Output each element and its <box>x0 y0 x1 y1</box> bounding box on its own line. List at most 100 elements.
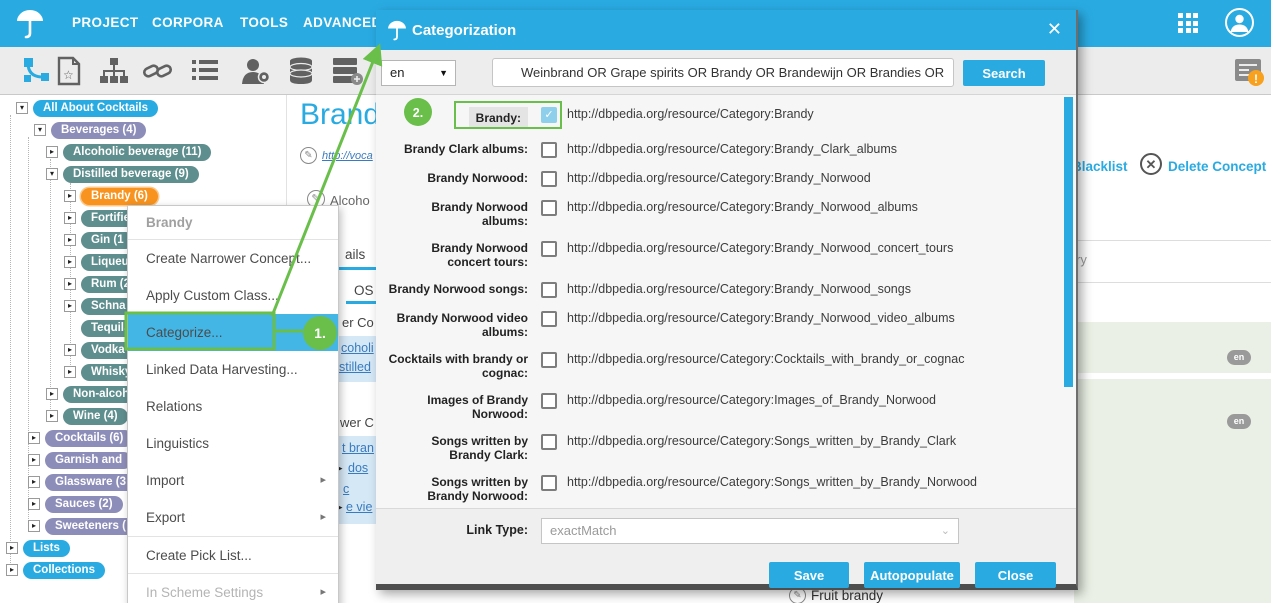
category-checkbox[interactable]: ✓ <box>541 311 557 327</box>
tree-toggle-icon[interactable]: ▾▸ <box>64 344 76 356</box>
category-checkbox[interactable]: ✓ <box>541 475 557 491</box>
tree-toggle-icon[interactable]: ▾▸ <box>28 498 40 510</box>
tree-toggle-icon[interactable]: ▾▸ <box>64 366 76 378</box>
context-menu-item[interactable]: Relations <box>128 388 338 425</box>
category-checkbox[interactable]: ✓ <box>541 241 557 257</box>
narrower-link[interactable]: c <box>343 482 349 496</box>
language-badge: en <box>1227 414 1251 429</box>
dialog-title: Categorization <box>412 22 516 39</box>
database-icon[interactable] <box>286 56 316 86</box>
menu-project[interactable]: PROJECT <box>72 15 139 30</box>
language-select[interactable]: en▼ <box>381 60 456 86</box>
concept-pill[interactable]: Lists <box>23 540 70 557</box>
link-type-select[interactable]: exactMatch⌄ <box>541 518 959 544</box>
blacklist-link[interactable]: Blacklist <box>1072 159 1128 174</box>
tree-toggle-icon[interactable]: ▾▸ <box>64 234 76 246</box>
narrower-link[interactable]: t bran <box>342 441 374 455</box>
tree-toggle-icon[interactable]: ▾▸ <box>64 278 76 290</box>
category-row: Cocktails with brandy or cognac: ✓ http:… <box>388 352 1076 380</box>
tree-toggle-icon[interactable]: ▾▸ <box>46 410 58 422</box>
category-checkbox[interactable]: ✓ <box>541 200 557 216</box>
tree-toggle-icon[interactable]: ▾▸ <box>46 168 58 180</box>
category-checkbox[interactable]: ✓ <box>541 282 557 298</box>
concept-pill[interactable]: Glassware (3 <box>45 474 136 491</box>
notification-warning-icon[interactable]: ! <box>1233 57 1265 87</box>
concept-pill[interactable]: Gin (1 <box>81 232 134 249</box>
edit-pencil-icon[interactable]: ✎ <box>300 147 317 164</box>
tree-toggle-icon[interactable]: ▾▸ <box>64 190 76 202</box>
concept-pill[interactable]: Cocktails (6) <box>45 430 133 447</box>
user-avatar-icon[interactable] <box>1225 8 1254 37</box>
category-checkbox[interactable]: ✓ <box>541 434 557 450</box>
context-menu-item[interactable]: Linguistics <box>128 425 338 462</box>
tree-toggle-icon[interactable]: ▾▸ <box>46 146 58 158</box>
search-input[interactable] <box>492 58 954 87</box>
context-menu-item[interactable]: In Scheme Settings ▸ <box>128 573 338 603</box>
autopopulate-button[interactable]: Autopopulate <box>864 562 960 588</box>
save-button[interactable]: Save <box>769 562 849 588</box>
concept-pill[interactable]: Beverages (4) <box>51 122 146 139</box>
menu-advanced[interactable]: ADVANCED <box>303 15 382 30</box>
menu-tools[interactable]: TOOLS <box>240 15 288 30</box>
tree-toggle-icon[interactable]: ▾▸ <box>6 564 18 576</box>
tree-toggle-icon[interactable]: ▾▸ <box>6 542 18 554</box>
close-button[interactable]: Close <box>975 562 1056 588</box>
category-label: Brandy Norwood video albums: <box>388 311 528 339</box>
context-menu-item[interactable]: Apply Custom Class... <box>128 277 338 314</box>
tree-toggle-icon[interactable]: ▾▸ <box>28 432 40 444</box>
tree-toggle-icon[interactable]: ▾▸ <box>64 256 76 268</box>
concept-pill[interactable]: Brandy (6) <box>81 188 158 205</box>
tree-toggle-icon[interactable]: ▾▸ <box>64 212 76 224</box>
tree-toggle-icon[interactable]: ▾▸ <box>46 388 58 400</box>
concept-pill[interactable]: Collections <box>23 562 105 579</box>
tree-toggle-icon[interactable]: ▾▸ <box>28 454 40 466</box>
category-checkbox[interactable]: ✓ <box>541 107 557 123</box>
link-icon[interactable] <box>142 56 174 86</box>
concept-pill[interactable]: All About Cocktails <box>33 100 158 117</box>
apps-grid-icon[interactable] <box>1178 13 1200 35</box>
narrower-link[interactable]: e vie <box>346 500 372 514</box>
document-star-icon[interactable]: ☆ <box>56 56 82 86</box>
dialog-header[interactable]: Categorization ✕ <box>376 10 1076 50</box>
tab-skos-fragment[interactable]: OS <box>354 283 374 298</box>
context-menu-item[interactable]: Export ▸ <box>128 499 338 536</box>
narrower-link[interactable]: dos <box>348 461 368 475</box>
context-menu-item[interactable]: Create Narrower Concept... <box>128 240 338 277</box>
concept-pill[interactable]: Sweeteners ( <box>45 518 136 535</box>
list-icon[interactable] <box>190 56 220 86</box>
tree-toggle-icon[interactable]: ▾▸ <box>34 124 46 136</box>
concept-uri-link[interactable]: http://voca <box>322 150 373 162</box>
concept-pill[interactable]: Garnish and <box>45 452 132 469</box>
category-checkbox[interactable]: ✓ <box>541 142 557 158</box>
menu-corpora[interactable]: CORPORA <box>152 15 224 30</box>
context-menu-item[interactable]: Categorize... <box>128 314 338 351</box>
dialog-scrollbar[interactable] <box>1064 97 1073 387</box>
search-button[interactable]: Search <box>963 60 1045 86</box>
server-import-icon[interactable] <box>330 56 364 86</box>
tree-toggle-icon[interactable]: ▾▸ <box>28 476 40 488</box>
tab-details-fragment[interactable]: ails <box>345 247 365 262</box>
concept-pill[interactable]: Distilled beverage (9) <box>63 166 199 183</box>
close-icon[interactable]: ✕ <box>1047 19 1062 40</box>
broader-link[interactable]: stilled <box>339 360 371 374</box>
sitemap-icon[interactable] <box>98 56 130 86</box>
narrower-concept-item[interactable]: Fruit brandy <box>811 588 883 603</box>
delete-circle-x-icon[interactable]: ✕ <box>1140 153 1162 175</box>
context-menu-item[interactable]: Create Pick List... <box>128 536 338 573</box>
delete-concept-link[interactable]: Delete Concept <box>1168 159 1266 174</box>
tree-toggle-icon[interactable]: ▾▸ <box>64 300 76 312</box>
taxonomy-branch-icon[interactable] <box>22 56 52 86</box>
tree-toggle-icon[interactable]: ▾▸ <box>16 102 28 114</box>
category-checkbox[interactable]: ✓ <box>541 171 557 187</box>
concept-pill[interactable]: Sauces (2) <box>45 496 123 513</box>
broader-link[interactable]: coholi <box>341 341 374 355</box>
concept-pill[interactable]: Alcoholic beverage (11) <box>63 144 211 161</box>
concept-pill[interactable]: Wine (4) <box>63 408 128 425</box>
category-checkbox[interactable]: ✓ <box>541 393 557 409</box>
user-gear-icon[interactable] <box>240 56 272 86</box>
category-uri: http://dbpedia.org/resource/Category:Bra… <box>567 107 814 122</box>
category-checkbox[interactable]: ✓ <box>541 352 557 368</box>
context-menu-item[interactable]: Linked Data Harvesting... <box>128 351 338 388</box>
context-menu-item[interactable]: Import ▸ <box>128 462 338 499</box>
tree-toggle-icon[interactable]: ▾▸ <box>28 520 40 532</box>
